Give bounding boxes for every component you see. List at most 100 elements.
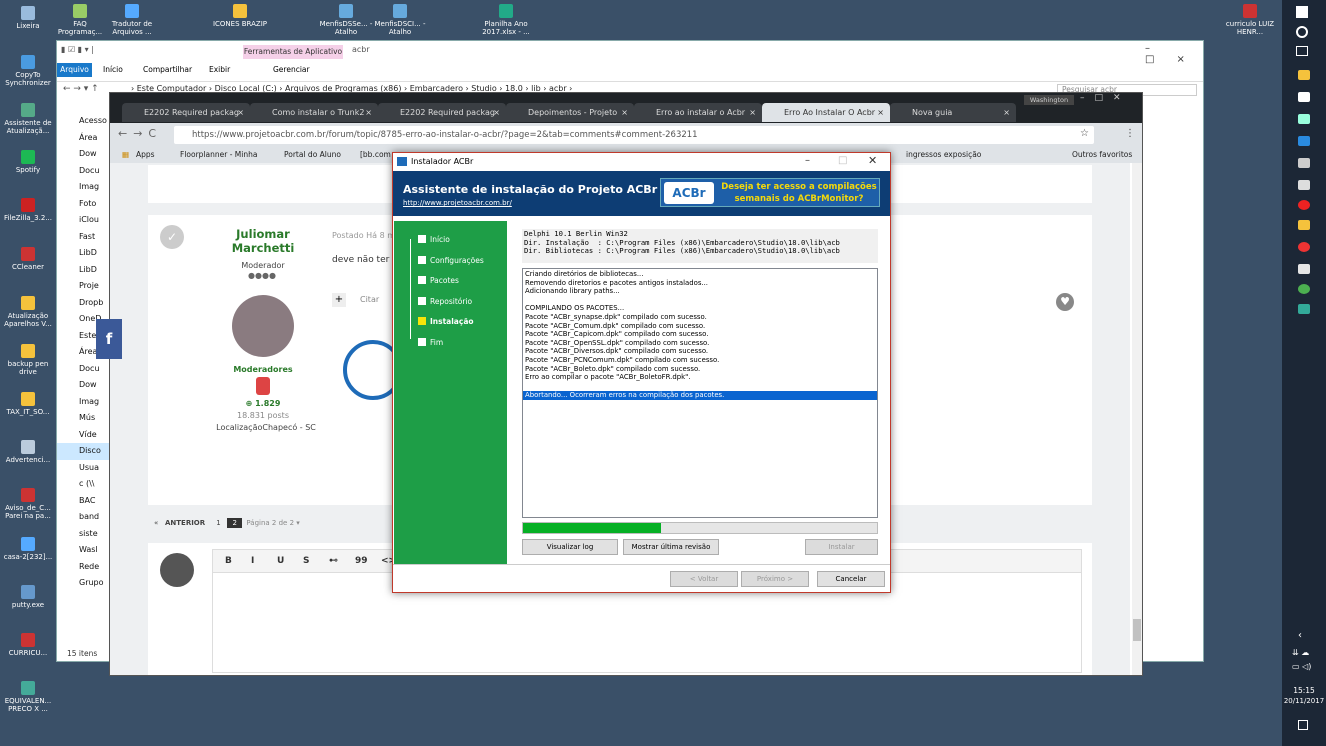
avatar[interactable]	[232, 295, 294, 357]
log-list[interactable]: Criando diretórios de bibliotecas... Remo…	[522, 268, 878, 518]
close-tab-icon[interactable]: ×	[365, 103, 372, 122]
notification-icon[interactable]	[1298, 720, 1308, 730]
check-icon[interactable]: ✓	[160, 225, 184, 249]
desktop-icon[interactable]: CURRICU...	[0, 633, 56, 657]
app-icon[interactable]	[1298, 158, 1310, 168]
editor-tool-button[interactable]: B	[225, 556, 232, 566]
menu-icon[interactable]: ⋮	[1125, 128, 1135, 139]
editor-tool-button[interactable]: S	[303, 556, 309, 566]
tab-compartilhar[interactable]: Compartilhar	[143, 65, 192, 74]
close-tab-icon[interactable]: ×	[877, 103, 884, 122]
desktop-icon[interactable]: Spotify	[0, 150, 56, 174]
author-name[interactable]: Juliomar Marchetti	[218, 227, 308, 255]
editor-tool-button[interactable]: 99	[355, 556, 368, 566]
bookmark-floorplanner[interactable]: Floorplanner - Minha	[180, 147, 257, 163]
log-line[interactable]: Adicionando library paths...	[525, 287, 875, 296]
log-selected-line[interactable]: Abortando... Ocorreram erros na compilaç…	[523, 391, 877, 400]
mail-icon[interactable]	[1298, 92, 1310, 102]
close-button[interactable]: ✕	[868, 154, 877, 167]
log-line[interactable]: Removendo diretorios e pacotes antigos i…	[525, 279, 875, 288]
log-line[interactable]: Pacote "ACBr_Diversos.dpk" compilado com…	[525, 347, 875, 356]
bookmark-apps[interactable]: Apps	[136, 147, 155, 163]
bookmark-bb[interactable]: [bb.com	[360, 147, 391, 163]
facebook-icon[interactable]: f	[96, 319, 122, 359]
tab-exibir[interactable]: Exibir	[209, 65, 230, 74]
close-tab-icon[interactable]: ×	[1003, 103, 1010, 122]
nav-item[interactable]: Proje	[57, 278, 111, 295]
tab-inicio[interactable]: Início	[103, 65, 123, 74]
bookmark-ingressos[interactable]: ingressos exposição	[906, 147, 981, 163]
log-line[interactable]	[525, 296, 875, 305]
editor-tool-button[interactable]: ⊷	[329, 556, 338, 566]
nav-item[interactable]: Rede	[57, 559, 111, 576]
desktop-icon[interactable]: EQUIVALEN... PRECO X ...	[0, 681, 56, 713]
nav-item[interactable]: Dow	[57, 146, 111, 163]
chevron-up-icon[interactable]: ‹	[1298, 630, 1302, 641]
app-icon[interactable]	[1298, 304, 1310, 314]
tray-icons[interactable]: ⇊ ☁	[1292, 648, 1309, 657]
star-icon[interactable]: ☆	[1080, 128, 1089, 139]
nav-item[interactable]: siste	[57, 526, 111, 543]
promo-banner[interactable]: ACBr Deseja ter acesso a compilações sem…	[660, 178, 880, 207]
desktop-icon[interactable]: FileZilla_3.2...	[0, 198, 56, 222]
window-controls[interactable]: –□✕	[1080, 93, 1131, 103]
desktop-icon[interactable]: TAX_IT_SO...	[0, 392, 56, 416]
desktop-icon[interactable]: putty.exe	[0, 585, 56, 609]
bookmark-portal[interactable]: Portal do Aluno	[284, 147, 341, 163]
desktop-icon[interactable]: backup pen drive	[0, 344, 56, 376]
desktop-icon[interactable]: CCleaner	[0, 247, 56, 271]
desktop-icon[interactable]: ICONES BRAZIP	[212, 4, 268, 28]
nav-buttons[interactable]: ←→C	[118, 127, 162, 140]
nav-item[interactable]: Wasl	[57, 542, 111, 559]
log-line[interactable]: Pacote "ACBr_PCNComum.dpk" compilado com…	[525, 356, 875, 365]
nav-item[interactable]: Fast	[57, 229, 111, 246]
nav-item[interactable]: band	[57, 509, 111, 526]
close-tab-icon[interactable]: ×	[621, 103, 628, 122]
log-line[interactable]: COMPILANDO OS PACOTES...	[525, 304, 875, 313]
network-icon[interactable]: ▭ ◁)	[1292, 662, 1311, 671]
editor-tool-button[interactable]: U	[277, 556, 284, 566]
nav-item[interactable]: Dropb	[57, 295, 111, 312]
nav-item[interactable]: BAC	[57, 493, 111, 510]
desktop-icon[interactable]: Assistente de Atualizaçã...	[0, 103, 56, 135]
window-controls[interactable]: –□×	[1145, 43, 1207, 65]
editor-tool-button[interactable]: I	[251, 556, 254, 566]
notepad-icon[interactable]	[1298, 264, 1310, 274]
folder-icon[interactable]	[1298, 220, 1310, 230]
close-tab-icon[interactable]: ×	[749, 103, 756, 122]
page-jump[interactable]: Página 2 de 2 ▾	[246, 519, 299, 527]
desktop-icon[interactable]: Tradutor de Arquivos ...	[104, 4, 160, 36]
browser-tab[interactable]: Nova guia ×	[890, 103, 1016, 122]
quote-button[interactable]: Citar	[360, 295, 379, 304]
browser-tab[interactable]: E2202 Required packag ×	[378, 103, 506, 122]
nav-item[interactable]: Imag	[57, 179, 111, 196]
prev-page-button[interactable]: ANTERIOR	[165, 519, 205, 527]
page-1-link[interactable]: 1	[216, 519, 220, 527]
page-2-current[interactable]: 2	[227, 518, 242, 528]
nav-item[interactable]: LibD	[57, 245, 111, 262]
log-line[interactable]	[525, 382, 875, 391]
show-last-revision-button[interactable]: Mostrar última revisão	[623, 539, 719, 555]
app-icon[interactable]	[1298, 136, 1310, 146]
desktop-icon[interactable]: curriculo LUIZ HENR...	[1222, 4, 1278, 36]
scrollbar-thumb[interactable]	[1133, 619, 1141, 641]
nav-item[interactable]: LibD	[57, 262, 111, 279]
log-line[interactable]: Pacote "ACBr_OpenSSL.dpk" compilado com …	[525, 339, 875, 348]
apps-icon[interactable]: ▦	[122, 147, 129, 163]
nav-item[interactable]: Dow	[57, 377, 111, 394]
nav-item[interactable]: Usua	[57, 460, 111, 477]
nav-item[interactable]: Docu	[57, 163, 111, 180]
bookmark-outros[interactable]: Outros favoritos	[1072, 147, 1132, 163]
close-tab-icon[interactable]: ×	[493, 103, 500, 122]
nav-item[interactable]: Imag	[57, 394, 111, 411]
browser-tab[interactable]: E2202 Required packag ×	[122, 103, 250, 122]
desktop-icon[interactable]: Lixeira	[0, 6, 56, 30]
close-tab-icon[interactable]: ×	[237, 103, 244, 122]
app-icon[interactable]	[1298, 180, 1310, 190]
cancel-button[interactable]: Cancelar	[817, 571, 885, 587]
nav-item[interactable]: Disco	[57, 443, 111, 460]
desktop-icon[interactable]: MenfisDSSe... - Atalho	[318, 4, 374, 36]
opera-icon[interactable]	[1298, 200, 1310, 210]
header-link[interactable]: http://www.projetoacbr.com.br/	[403, 199, 512, 207]
nav-item[interactable]: Grupo	[57, 575, 111, 592]
